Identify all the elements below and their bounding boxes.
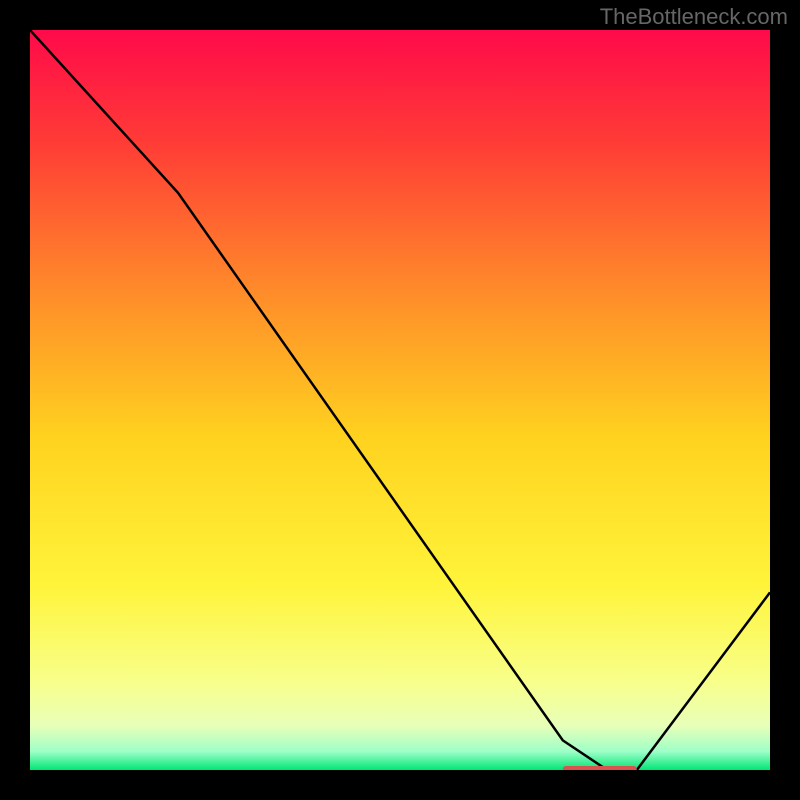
bottleneck-chart <box>30 30 770 770</box>
optimal-range-marker <box>563 766 637 770</box>
chart-svg <box>30 30 770 770</box>
watermark-text: TheBottleneck.com <box>600 4 788 30</box>
chart-background <box>30 30 770 770</box>
